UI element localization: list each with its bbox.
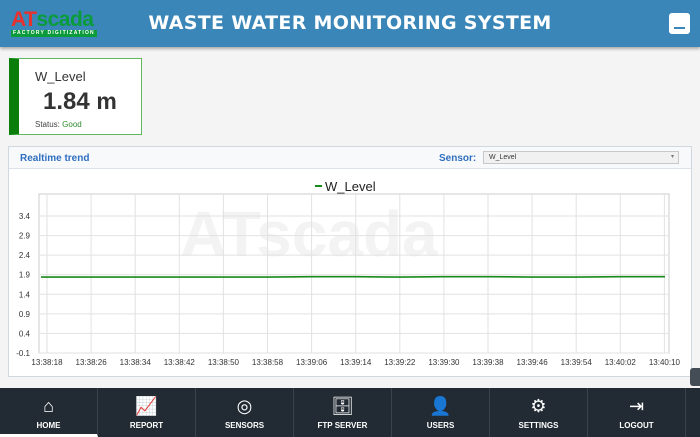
status-value: Good [62,120,82,129]
nav-label: FTP SERVER [317,421,368,430]
sensor-card-w-level[interactable]: W_Level 1.84 m Status: Good [9,58,142,135]
x-tick-label: 13:38:34 [120,358,152,367]
y-tick-label: 2.4 [19,251,31,260]
report-icon: 📈 [135,396,158,416]
sensor-name: W_Level [35,69,86,84]
realtime-trend-panel: Realtime trend Sensor: W_Level ▾ ATscada -… [8,146,692,377]
value-number: 1.84 [43,88,90,115]
nav-item-home[interactable]: ⌂ HOME [0,388,98,437]
nav-item-ftp-server[interactable]: 🗄 FTP SERVER [294,388,392,437]
logout-icon: ⇥ [628,396,645,416]
header: ATscada FACTORY DIGITIZATION WASTE WATER… [0,0,700,47]
y-tick-label: 2.9 [19,232,31,241]
page-title: WASTE WATER MONITORING SYSTEM [148,12,552,34]
x-tick-label: 13:38:18 [31,358,63,367]
dropdown-arrow-icon: ▾ [670,154,674,160]
x-tick-label: 13:39:14 [340,358,372,367]
sensor-status: Status: Good [35,120,82,129]
sensor-select[interactable]: W_Level ▾ [483,151,679,164]
bottom-nav: ⌂ HOME 📈 REPORT ◎ SENSORS 🗄 FTP SERVER 👤 USERS ⚙ SE… [0,388,700,437]
x-tick-label: 13:39:38 [472,358,504,367]
x-tick-label: 13:38:42 [164,358,196,367]
y-tick-label: -0.1 [16,349,30,358]
panel-header: Realtime trend Sensor: W_Level ▾ [9,147,691,169]
sensor-label: Sensor: [439,153,477,164]
x-tick-label: 13:38:50 [208,358,240,367]
status-label: Status: [35,120,60,129]
y-tick-label: 0.4 [19,329,31,338]
nav-item-report[interactable]: 📈 REPORT [98,388,196,437]
nav-label: HOME [36,421,61,430]
x-tick-label: 13:39:22 [384,358,416,367]
nav-label: SETTINGS [518,421,559,430]
x-tick-label: 13:40:02 [605,358,637,367]
y-tick-label: 1.4 [19,290,31,299]
panel-title: Realtime trend [20,153,90,164]
nav-label: LOGOUT [619,421,654,430]
x-tick-label: 13:39:46 [517,358,549,367]
nav-item-logout[interactable]: ⇥ LOGOUT [588,388,686,437]
x-tick-label: 13:38:26 [76,358,108,367]
y-tick-label: 1.9 [19,271,31,280]
home-icon: ⌂ [43,396,54,416]
x-tick-label: 13:39:06 [296,358,328,367]
nav-item-settings[interactable]: ⚙ SETTINGS [490,388,588,437]
nav-item-sensors[interactable]: ◎ SENSORS [196,388,294,437]
nav-item-users[interactable]: 👤 USERS [392,388,490,437]
side-scroll-handle[interactable] [690,368,700,386]
nav-label: USERS [426,421,455,430]
user-icon: 👤 [429,396,452,416]
sensor-icon: ◎ [236,396,253,416]
nav-label: SENSORS [224,421,265,430]
x-tick-label: 13:39:54 [561,358,593,367]
x-tick-label: 13:39:30 [428,358,460,367]
trend-chart: ATscada-0.10.40.91.41.92.42.93.413:38:18… [16,179,681,367]
y-tick-label: 0.9 [19,310,31,319]
sensor-value: 1.84 m [43,88,117,116]
sensor-select-value: W_Level [489,154,517,161]
y-tick-label: 3.4 [19,212,31,221]
minimize-button[interactable] [669,13,690,34]
legend-label[interactable]: W_Level [325,179,376,194]
value-unit: m [96,88,117,114]
nav-label: REPORT [129,421,164,430]
server-icon: 🗄 [331,396,354,416]
minimize-icon [674,27,685,29]
gear-icon: ⚙ [530,396,547,416]
x-tick-label: 13:40:10 [649,358,681,367]
x-tick-label: 13:38:58 [252,358,284,367]
